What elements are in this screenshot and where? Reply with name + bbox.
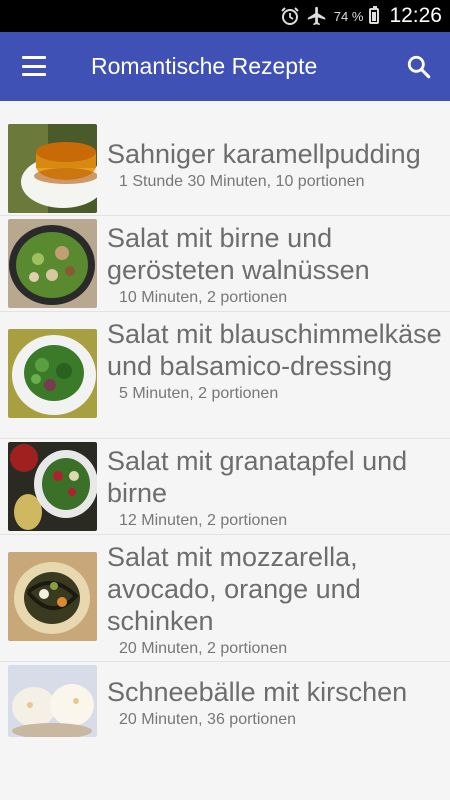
recipe-thumbnail: [8, 124, 97, 213]
recipe-title: Schneebälle mit kirschen: [107, 677, 408, 707]
alarm-icon: [281, 7, 299, 25]
recipe-item-pomegranate-pear-salad[interactable]: Salat mit granatapfel und birne 12 Minut…: [0, 439, 450, 535]
page-title: Romantische Rezepte: [91, 53, 318, 79]
recipe-item-snowballs-cherries[interactable]: Schneebälle mit kirschen 20 Minuten, 36 …: [0, 662, 450, 737]
recipe-item-caramel-pudding[interactable]: Sahniger karamellpudding 1 Stunde 30 Min…: [0, 118, 450, 216]
recipe-meta: 20 Minuten, 2 portionen: [119, 640, 288, 657]
recipe-list: Sahniger karamellpudding 1 Stunde 30 Min…: [0, 118, 450, 737]
recipe-title: Salat mit mozzarella, avocado, orange un…: [107, 542, 361, 636]
recipe-thumbnail: [8, 552, 97, 641]
recipe-title: Salat mit granatapfel und birne: [107, 446, 408, 508]
recipe-item-blue-cheese-salad[interactable]: Salat mit blauschimmelkäse und balsamico…: [0, 312, 450, 439]
battery-percent: 74 %: [333, 8, 364, 24]
recipe-thumbnail: [8, 442, 97, 531]
recipe-item-pear-walnut-salad[interactable]: Salat mit birne und gerösteten walnüssen…: [0, 216, 450, 312]
clock: 12:26: [389, 4, 442, 27]
recipe-item-mozzarella-avocado-salad[interactable]: Salat mit mozzarella, avocado, orange un…: [0, 535, 450, 662]
battery-icon: [369, 6, 380, 24]
recipe-title: Sahniger karamellpudding: [107, 139, 421, 169]
status-bar: 74 % 12:26: [0, 0, 450, 32]
airplane-mode-icon: [307, 6, 326, 26]
recipe-thumbnail: [8, 329, 97, 418]
search-icon[interactable]: [406, 54, 432, 80]
recipe-thumbnail: [8, 219, 97, 308]
recipe-title: Salat mit birne und gerösteten walnüssen: [107, 223, 370, 285]
recipe-meta: 20 Minuten, 36 portionen: [119, 711, 297, 728]
recipe-meta: 1 Stunde 30 Minuten, 10 portionen: [119, 173, 365, 190]
recipe-meta: 10 Minuten, 2 portionen: [119, 289, 288, 306]
recipe-title: Salat mit blauschimmelkäse und balsamico…: [107, 319, 442, 381]
recipe-meta: 5 Minuten, 2 portionen: [119, 385, 279, 402]
recipe-meta: 12 Minuten, 2 portionen: [119, 512, 288, 529]
recipe-thumbnail: [8, 665, 97, 737]
app-bar: Romantische Rezepte: [0, 32, 450, 101]
menu-icon[interactable]: [22, 56, 46, 76]
